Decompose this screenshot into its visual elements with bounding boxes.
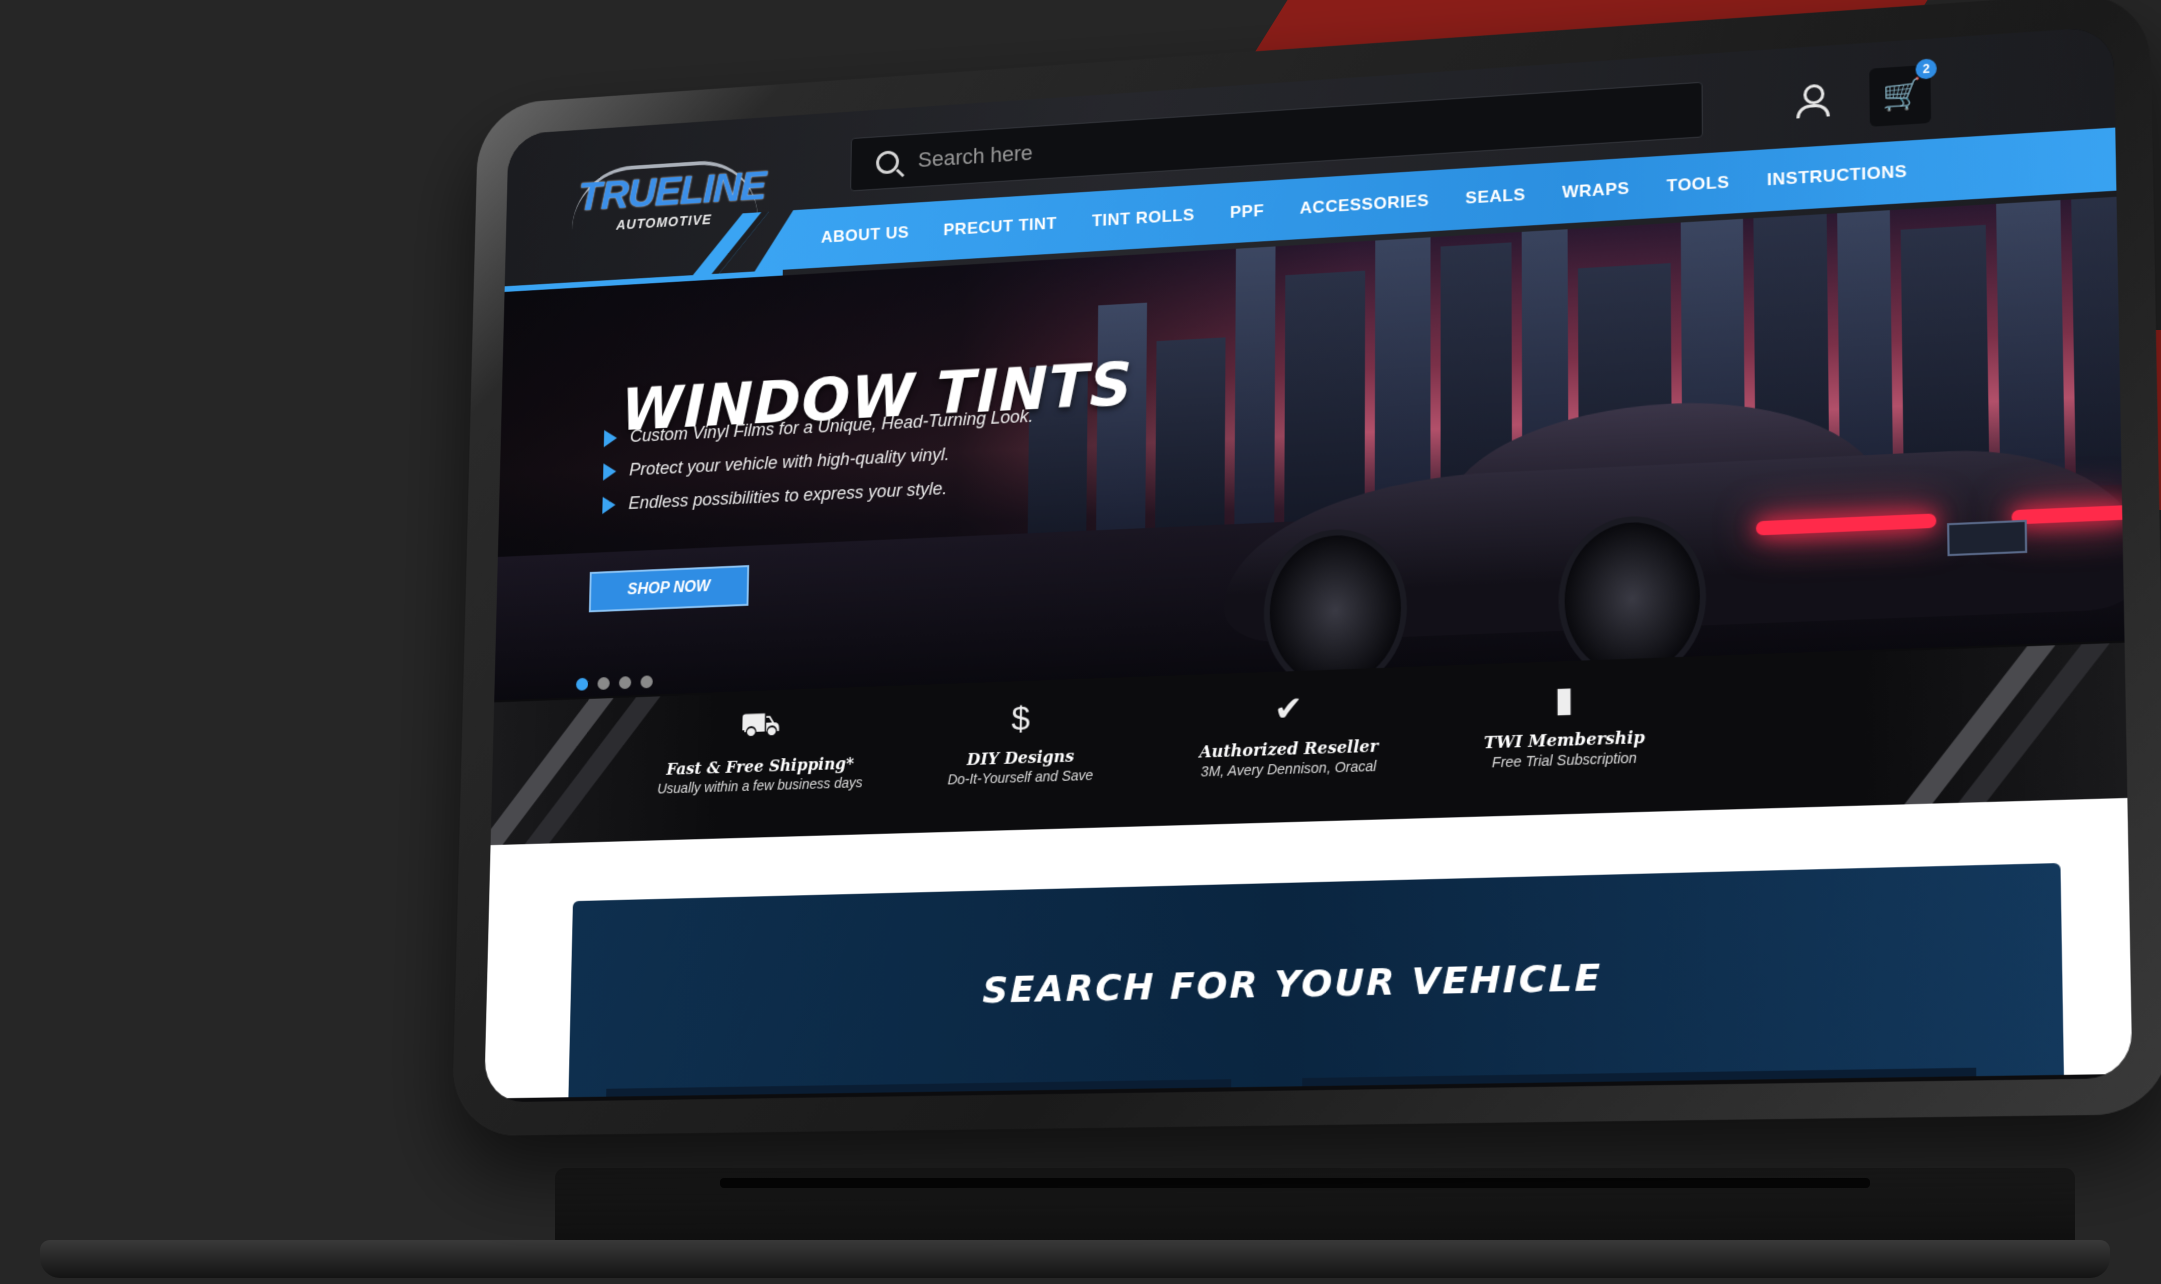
sports-car-image xyxy=(1224,380,2125,673)
tablet-screen: TRUELINE AUTOMOTIVE 🛒 2 xyxy=(484,26,2132,1102)
user-account-icon[interactable] xyxy=(1794,83,1830,119)
cart-icon: 🛒 xyxy=(1882,79,1922,112)
device-scene: TRUELINE AUTOMOTIVE 🛒 2 xyxy=(0,0,2161,1284)
nav-wraps[interactable]: WRAPS xyxy=(1562,179,1629,203)
vehicle-select-field[interactable] xyxy=(1302,1068,1976,1087)
nav-tools[interactable]: TOOLS xyxy=(1667,173,1730,197)
vehicle-search-title: SEARCH FOR YOUR VEHICLE xyxy=(570,947,2062,1019)
carousel-dot-2[interactable] xyxy=(597,677,609,690)
feature-membership: ▮ TWI Membership Free Trial Subscription xyxy=(1446,673,1685,772)
truck-icon: ⛟ xyxy=(651,702,870,753)
nav-seals[interactable]: SEALS xyxy=(1465,185,1525,208)
content-section: SEARCH FOR YOUR VEHICLE xyxy=(484,798,2132,1099)
arrow-right-icon xyxy=(603,462,616,480)
vehicle-select-field[interactable] xyxy=(606,1079,1231,1097)
feature-reseller: ✔ Authorized Reseller 3M, Avery Dennison… xyxy=(1173,683,1405,780)
feature-diy: $ DIY Designs Do-It-Yourself and Save xyxy=(908,693,1134,789)
carousel-dot-1[interactable] xyxy=(576,678,588,691)
feature-shipping: ⛟ Fast & Free Shipping* Usually within a… xyxy=(650,702,870,796)
hero-bullet: Protect your vehicle with high-quality v… xyxy=(603,440,1033,481)
carousel-dot-4[interactable] xyxy=(640,675,652,688)
cart-count-badge: 2 xyxy=(1915,58,1936,79)
hero-bullet-list: Custom Vinyl Films for a Unique, Head-Tu… xyxy=(602,406,1034,528)
search-icon[interactable] xyxy=(876,150,899,174)
nav-ppf[interactable]: PPF xyxy=(1230,201,1264,223)
nav-tint-rolls[interactable]: TINT ROLLS xyxy=(1092,205,1195,231)
nav-accessories[interactable]: ACCESSORIES xyxy=(1300,191,1429,218)
hero-bullet: Endless possibilities to express your st… xyxy=(602,474,1032,515)
shop-now-button[interactable]: SHOP NOW xyxy=(589,565,749,612)
nav-precut-tint[interactable]: PRECUT TINT xyxy=(943,214,1057,240)
tablet-frame: TRUELINE AUTOMOTIVE 🛒 2 xyxy=(452,0,2161,1136)
arrow-right-icon xyxy=(604,429,617,447)
membership-card-icon: ▮ xyxy=(1446,673,1684,726)
nav-instructions[interactable]: INSTRUCTIONS xyxy=(1767,162,1907,191)
license-plate xyxy=(1947,520,2027,556)
carousel-dot-3[interactable] xyxy=(619,676,631,689)
vehicle-search-panel: SEARCH FOR YOUR VEHICLE xyxy=(568,863,2063,1097)
nav-about-us[interactable]: ABOUT US xyxy=(821,223,909,247)
cart-button[interactable]: 🛒 2 xyxy=(1869,65,1931,127)
arrow-right-icon xyxy=(602,496,615,514)
badge-check-icon: ✔ xyxy=(1173,683,1405,735)
money-hand-icon: $ xyxy=(909,693,1134,744)
trueline-logo[interactable]: TRUELINE AUTOMOTIVE xyxy=(577,152,783,250)
